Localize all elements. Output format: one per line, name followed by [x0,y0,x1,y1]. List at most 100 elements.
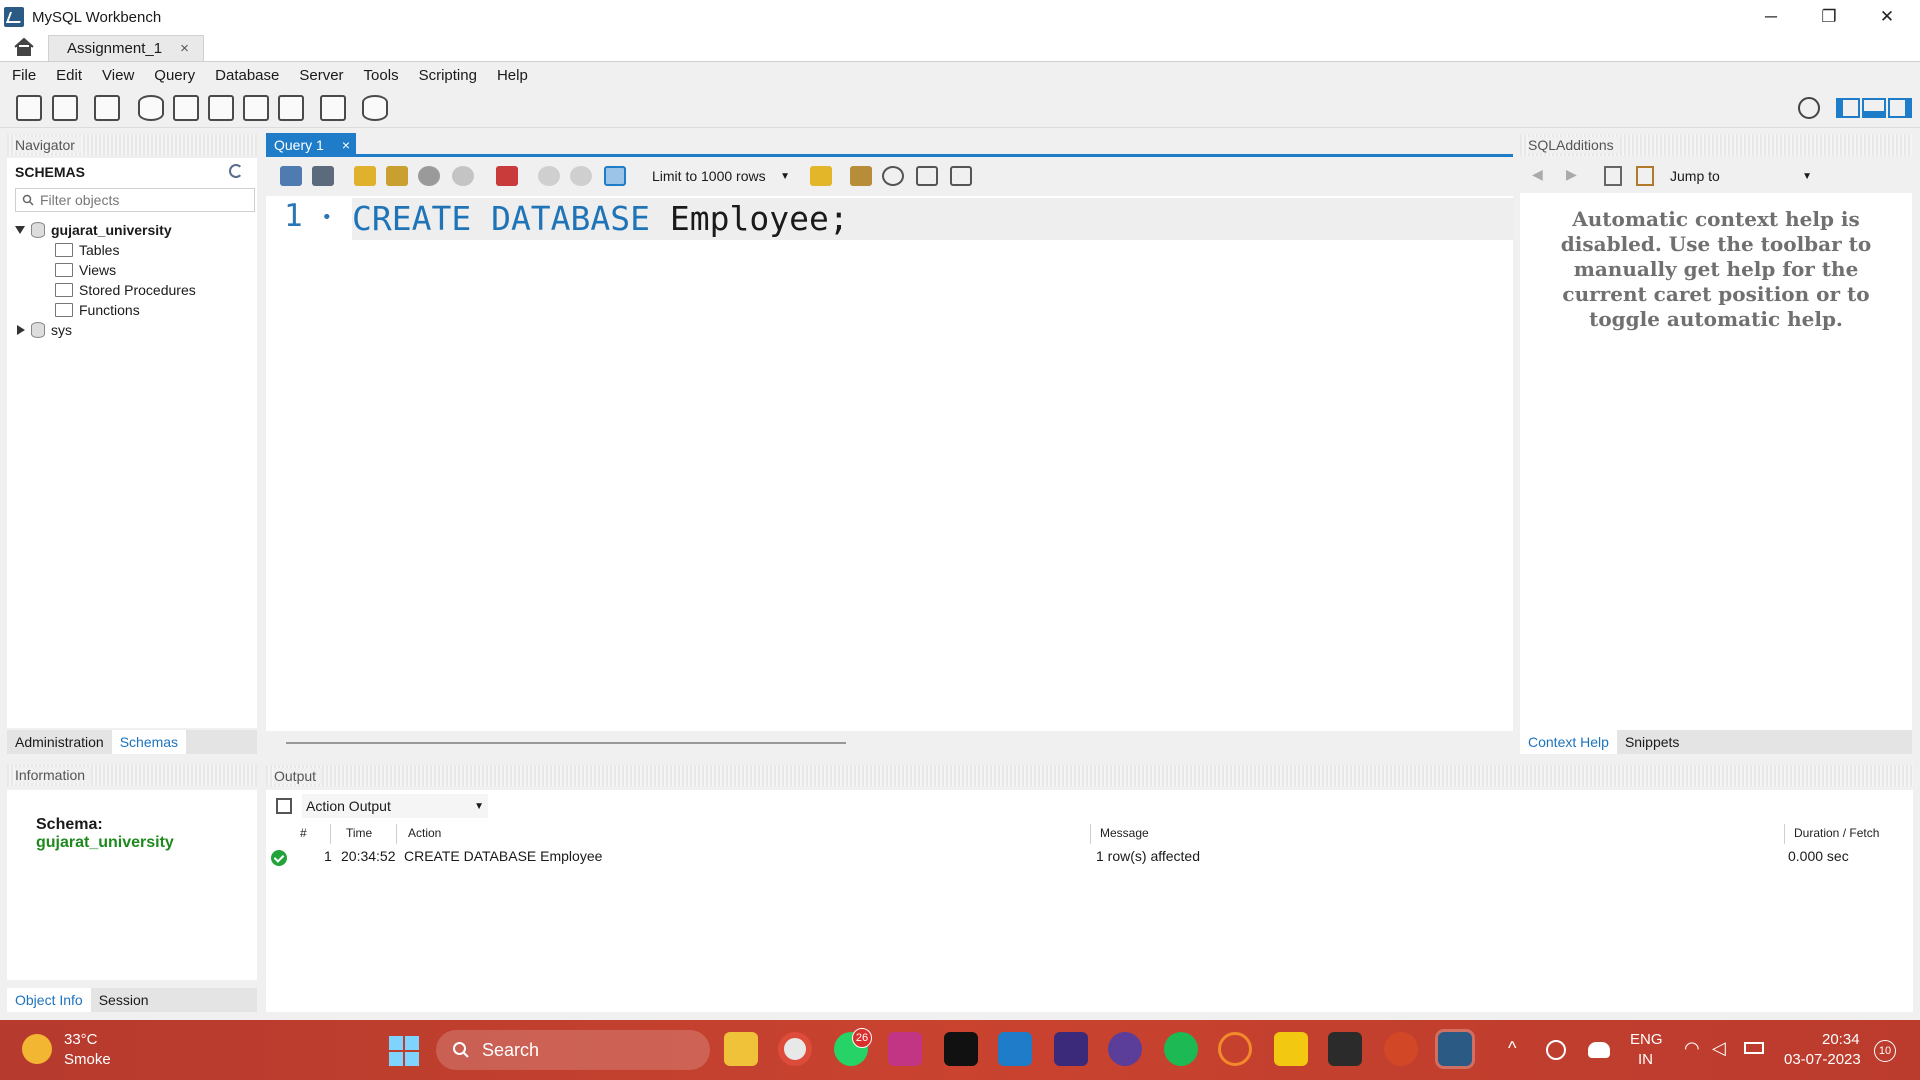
power-bi-icon[interactable] [1274,1032,1308,1066]
tree-item-stored-procedures[interactable]: Stored Procedures [55,280,196,300]
copy-output-icon[interactable] [276,798,292,814]
menu-database[interactable]: Database [215,67,279,84]
connection-tab-assignment[interactable]: Assignment_1 × [48,35,204,61]
new-sql-tab-icon[interactable] [16,95,42,121]
tradingview-icon[interactable] [944,1032,978,1066]
weather-temp[interactable]: 33°C [64,1031,98,1049]
home-button[interactable] [0,33,48,61]
connection-tab-close-button[interactable]: × [180,40,189,57]
powerpoint-icon[interactable] [1384,1032,1418,1066]
limit-rows-select[interactable]: Limit to 1000 rows ▼ [646,165,796,187]
output-type-select[interactable]: Action Output ▼ [302,794,488,818]
save-icon[interactable] [312,166,334,186]
tree-item-functions[interactable]: Functions [55,300,140,320]
settings-gear-icon[interactable] [1798,97,1820,119]
tab-schemas[interactable]: Schemas [111,730,187,754]
inspector-icon[interactable] [94,95,120,121]
weather-icon[interactable] [22,1034,52,1064]
language-code[interactable]: ENG [1630,1031,1663,1049]
filter-objects-input[interactable]: Filter objects [15,188,255,212]
add-snippet-icon[interactable] [810,166,832,186]
create-table-icon[interactable] [173,95,199,121]
menu-edit[interactable]: Edit [56,67,82,84]
menu-file[interactable]: File [12,67,36,84]
collapsed-arrow-icon[interactable] [17,325,25,335]
explain-icon[interactable] [418,166,440,186]
instagram-icon[interactable] [888,1032,922,1066]
reconnect-icon[interactable] [362,95,388,121]
tab-query-1[interactable]: Query 1 × [266,133,356,157]
sql-code-line[interactable]: CREATE DATABASE Employee; [352,198,849,240]
rollback-icon[interactable] [570,166,592,186]
commit-icon[interactable] [538,166,560,186]
open-file-icon[interactable] [280,166,302,186]
menu-view[interactable]: View [102,67,134,84]
find-icon[interactable] [882,166,904,186]
finance-app-icon[interactable] [1054,1032,1088,1066]
sql-editor[interactable]: 1 • CREATE DATABASE Employee; [266,196,1513,744]
weather-desc[interactable]: Smoke [64,1051,111,1069]
chrome-icon[interactable] [778,1032,812,1066]
show-hidden-icons-chevron-icon[interactable]: ^ [1508,1038,1516,1059]
terminal-icon[interactable] [1328,1032,1362,1066]
toggle-error-continue-icon[interactable] [496,166,518,186]
taskbar-search-box[interactable]: Search [436,1030,710,1070]
language-region[interactable]: IN [1638,1051,1653,1069]
menu-scripting[interactable]: Scripting [419,67,477,84]
menu-query[interactable]: Query [154,67,195,84]
wifi-icon[interactable]: ◠ [1684,1038,1700,1059]
wrap-lines-icon[interactable] [950,166,972,186]
tree-item-tables[interactable]: Tables [55,240,119,260]
tab-session[interactable]: Session [91,988,157,1012]
tab-context-help[interactable]: Context Help [1520,730,1617,754]
schema-gujarat-university[interactable]: gujarat_university [15,220,172,240]
forward-arrow-icon[interactable]: ▶ [1566,166,1577,183]
onedrive-icon[interactable] [1588,1042,1610,1058]
clock-date[interactable]: 03-07-2023 [1784,1051,1861,1069]
battery-icon[interactable] [1744,1042,1764,1054]
create-procedure-icon[interactable] [243,95,269,121]
vscode-icon[interactable] [998,1032,1032,1066]
execute-current-icon[interactable] [386,166,408,186]
back-arrow-icon[interactable]: ◀ [1532,166,1543,183]
file-explorer-icon[interactable] [724,1032,758,1066]
manual-help-icon[interactable] [1604,166,1622,186]
tab-object-info[interactable]: Object Info [7,988,91,1012]
mysql-workbench-taskbar-icon[interactable] [1435,1029,1475,1069]
notification-count[interactable]: 10 [1874,1040,1896,1062]
restore-button[interactable]: ❐ [1800,0,1858,34]
menu-help[interactable]: Help [497,67,528,84]
github-icon[interactable] [1108,1032,1142,1066]
query-tab-close-button[interactable]: × [342,137,350,153]
tree-item-views[interactable]: Views [55,260,116,280]
volume-icon[interactable]: ◁ [1712,1038,1726,1059]
close-window-button[interactable]: ✕ [1858,0,1916,34]
tab-administration[interactable]: Administration [7,730,112,754]
start-button[interactable] [389,1036,419,1066]
toggle-sidebar-icon[interactable] [1836,98,1860,118]
beautify-icon[interactable] [850,166,872,186]
search-table-data-icon[interactable] [320,95,346,121]
invisible-chars-icon[interactable] [916,166,938,186]
toggle-secondary-sidebar-icon[interactable] [1888,98,1912,118]
execute-icon[interactable] [354,166,376,186]
horizontal-scrollbar[interactable] [286,742,846,744]
jupyter-icon[interactable] [1218,1032,1252,1066]
create-schema-icon[interactable] [138,95,164,121]
menu-tools[interactable]: Tools [364,67,399,84]
jump-to-select[interactable]: Jump to ▼ [1666,165,1816,187]
tab-snippets[interactable]: Snippets [1617,730,1687,754]
open-sql-script-icon[interactable] [52,95,78,121]
create-view-icon[interactable] [208,95,234,121]
schema-sys[interactable]: sys [15,320,72,340]
toggle-output-icon[interactable] [1862,98,1886,118]
menu-server[interactable]: Server [299,67,343,84]
expanded-arrow-icon[interactable] [15,226,25,234]
create-function-icon[interactable] [278,95,304,121]
minimize-button[interactable]: ─ [1742,0,1800,34]
autocommit-icon[interactable] [604,166,626,186]
auto-help-icon[interactable] [1636,166,1654,186]
refresh-schemas-icon[interactable] [229,164,243,178]
spotify-icon[interactable] [1164,1032,1198,1066]
stop-icon[interactable] [452,166,474,186]
